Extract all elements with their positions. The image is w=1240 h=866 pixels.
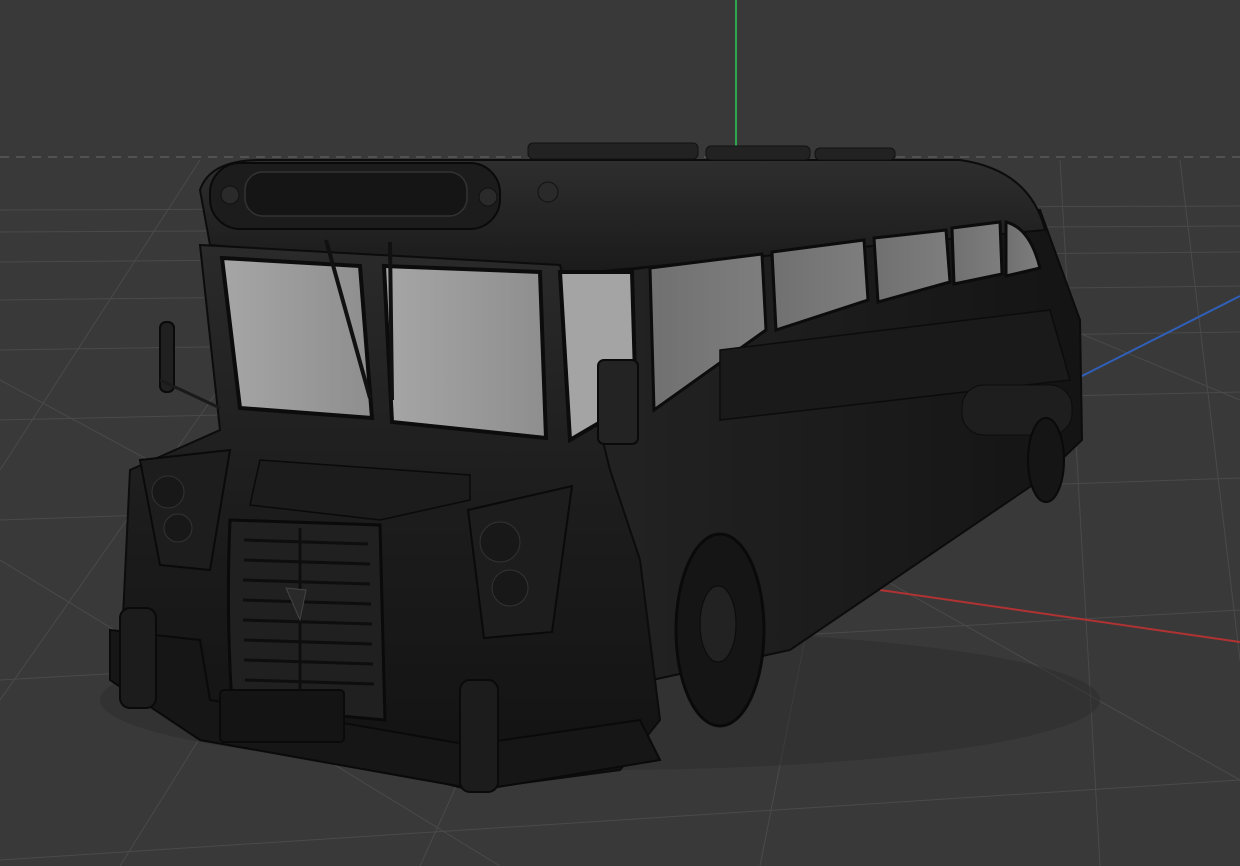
x-axis-line [879, 589, 1240, 643]
mirror-arm [159, 378, 221, 410]
bumper-guard-right [459, 679, 499, 793]
bus-model[interactable] [100, 142, 1100, 793]
windshield-left [219, 255, 375, 421]
headlight [479, 521, 521, 563]
3d-viewport[interactable] [0, 0, 1240, 866]
rear-wheel [1027, 417, 1065, 503]
headlight [151, 475, 185, 509]
marker-light [220, 185, 240, 205]
bumper-guard-left [119, 607, 157, 709]
wheel-hub [699, 585, 737, 663]
roof-hatch [527, 142, 699, 160]
windshield-right [381, 263, 549, 441]
headlight [163, 513, 193, 543]
roof-hatch [705, 145, 811, 161]
mirror-right [597, 359, 639, 445]
headlight [491, 569, 529, 607]
marker-light [478, 187, 498, 207]
side-window [950, 220, 1004, 286]
license-plate [219, 689, 345, 743]
destination-sign [244, 171, 468, 217]
roof-hatch [814, 147, 896, 161]
marker-light [537, 181, 559, 203]
wiper-right [388, 241, 394, 401]
z-axis-line [1077, 295, 1240, 379]
viewport-canvas[interactable] [0, 0, 1240, 866]
